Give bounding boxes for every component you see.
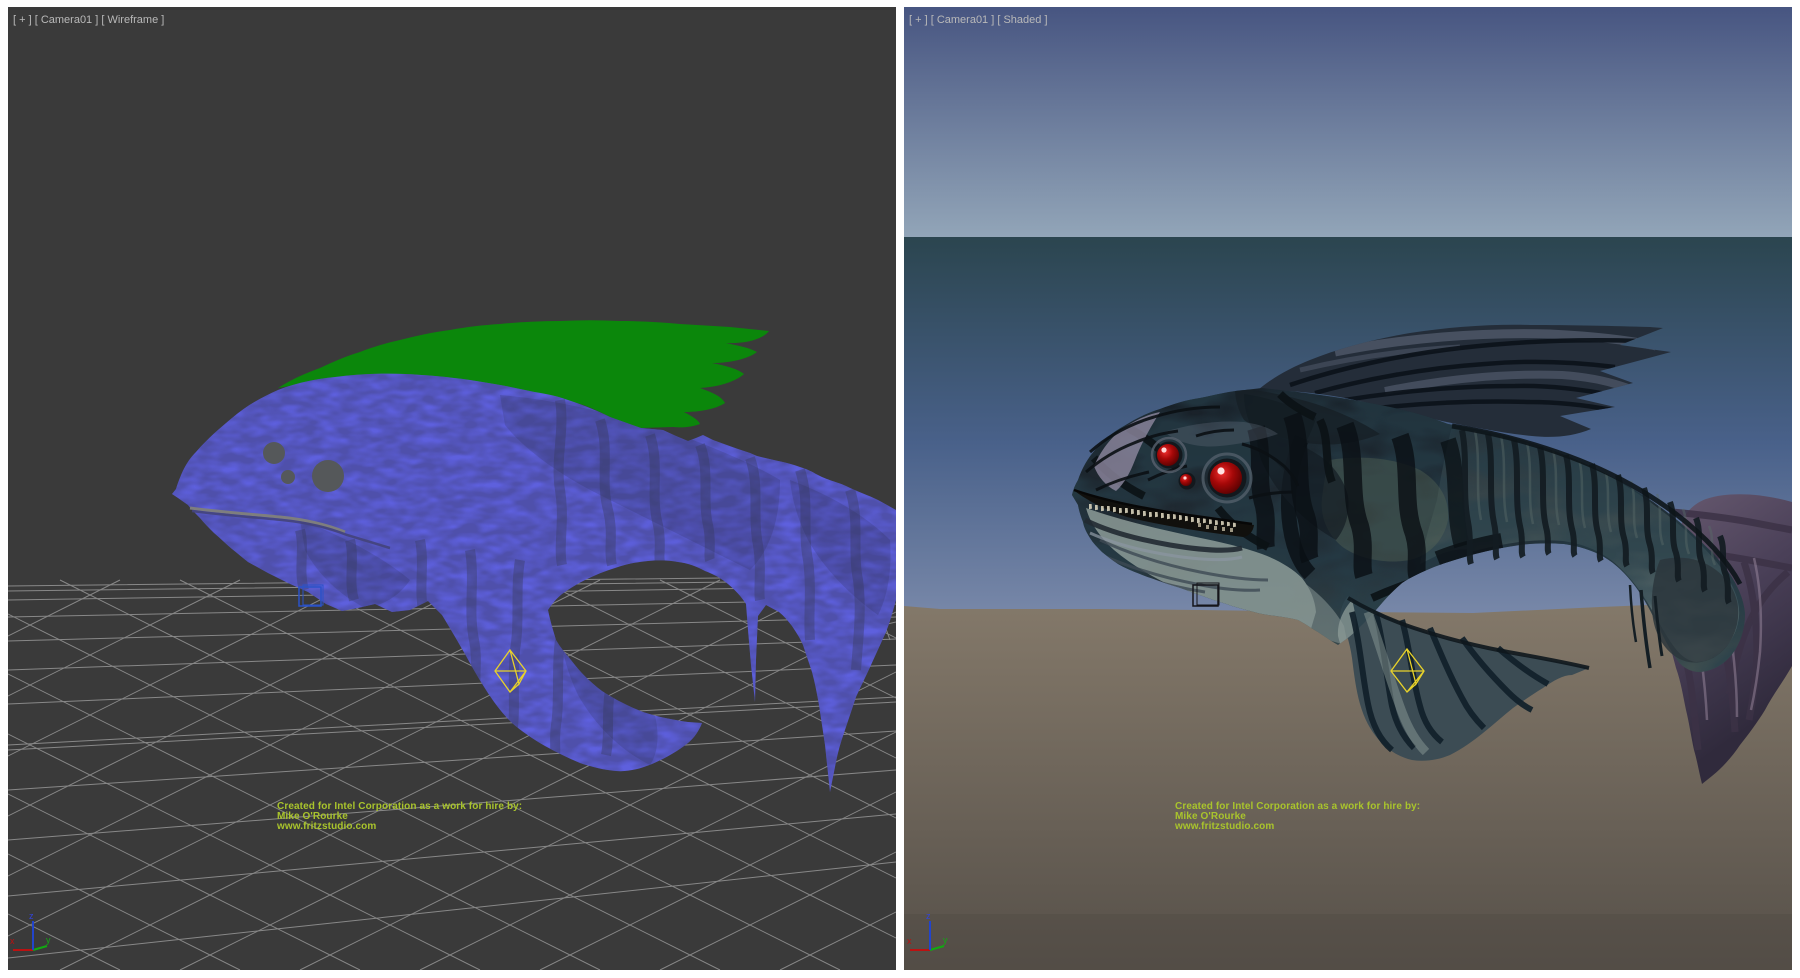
svg-text:[ + ] [ Camera01 ] [ Wireframe: [ + ] [ Camera01 ] [ Wireframe ] xyxy=(13,14,164,26)
svg-text:y: y xyxy=(46,935,51,945)
svg-text:z: z xyxy=(926,911,931,921)
svg-text:[ + ] [ Camera01 ] [ Shaded ]: [ + ] [ Camera01 ] [ Shaded ] xyxy=(909,14,1048,26)
svg-text:x: x xyxy=(10,936,15,946)
svg-text:z: z xyxy=(29,911,34,921)
svg-text:www.fritzstudio.com: www.fritzstudio.com xyxy=(1174,821,1274,832)
svg-text:x: x xyxy=(907,936,912,946)
svg-text:www.fritzstudio.com: www.fritzstudio.com xyxy=(276,821,376,832)
svg-text:y: y xyxy=(943,935,948,945)
